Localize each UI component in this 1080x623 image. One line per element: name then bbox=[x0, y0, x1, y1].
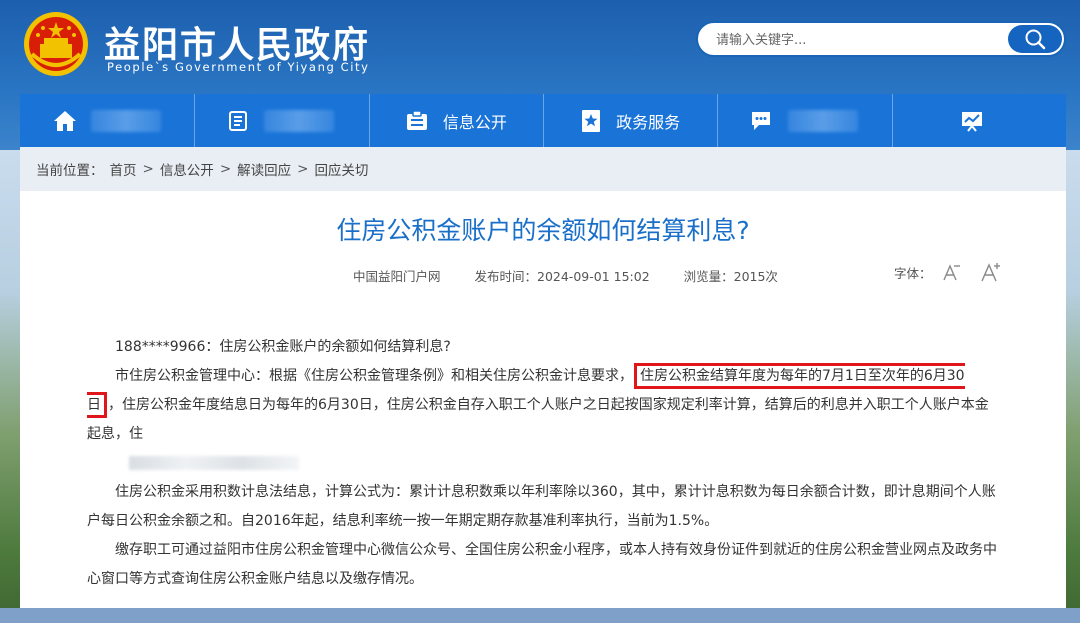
presentation-chart-icon bbox=[961, 111, 982, 132]
background-scenery-left bbox=[0, 150, 20, 623]
breadcrumb-item-home[interactable]: 首页 bbox=[110, 159, 137, 179]
document-list-icon bbox=[229, 110, 248, 131]
font-decrease-icon[interactable] bbox=[942, 263, 962, 281]
search-icon bbox=[1025, 29, 1046, 50]
nav-label: 政务服务 bbox=[616, 112, 681, 132]
home-icon bbox=[54, 110, 77, 131]
breadcrumb-prefix: 当前位置： bbox=[36, 163, 104, 179]
nav-item-6[interactable] bbox=[891, 94, 1066, 147]
article-body: 188****9966：住房公积金账户的余额如何结算利息? 市住房公积金管理中心… bbox=[87, 333, 999, 594]
article-title: 住房公积金账户的余额如何结算利息? bbox=[336, 216, 750, 245]
breadcrumb-separator: > bbox=[297, 161, 309, 177]
blurred-text bbox=[129, 456, 299, 470]
nav-item-government-services[interactable]: 政务服务 bbox=[542, 94, 717, 147]
nav-label-blurred bbox=[788, 109, 859, 132]
font-increase-icon[interactable] bbox=[980, 262, 1002, 282]
article-panel: 住房公积金账户的余额如何结算利息? 中国益阳门户网 发布时间：2024-09-0… bbox=[20, 191, 1066, 608]
nav-label: 信息公开 bbox=[442, 112, 507, 132]
breadcrumb-item-info[interactable]: 信息公开 bbox=[160, 159, 214, 179]
breadcrumb-item-concerns[interactable]: 回应关切 bbox=[314, 159, 368, 179]
article-paragraph: 市住房公积金管理中心：根据《住房公积金管理条例》和相关住房公积金计息要求， 住房公… bbox=[87, 362, 999, 478]
footer-strip bbox=[0, 608, 1080, 623]
article-source: 中国益阳门户网 bbox=[353, 269, 441, 284]
search-input[interactable] bbox=[716, 30, 996, 50]
font-size-label: 字体： bbox=[894, 265, 932, 281]
nav-label-blurred bbox=[264, 109, 335, 132]
nav-item-2[interactable] bbox=[194, 94, 368, 147]
nav-item-5[interactable] bbox=[717, 94, 891, 147]
article-meta: 中国益阳门户网 发布时间：2024-09-01 15:02 浏览量：2015次 bbox=[353, 266, 808, 285]
background-scenery-right bbox=[1066, 150, 1080, 623]
paragraph-text: ，住房公积金年度结息日为每年的6月30日，住房公积金自存入职工个人账户之日起按国… bbox=[87, 397, 989, 442]
search-button[interactable] bbox=[1008, 25, 1062, 53]
info-board-icon bbox=[406, 109, 427, 130]
national-emblem-logo[interactable] bbox=[22, 10, 90, 78]
search-box bbox=[696, 21, 1066, 57]
breadcrumb-separator: > bbox=[142, 161, 154, 177]
nav-item-info-disclosure[interactable]: 信息公开 bbox=[368, 94, 543, 147]
breadcrumb-item-interpretation[interactable]: 解读回应 bbox=[237, 159, 291, 179]
chat-bubble-icon bbox=[752, 111, 771, 130]
nav-label-blurred bbox=[91, 109, 162, 132]
breadcrumb-separator: > bbox=[219, 161, 232, 177]
article-paragraph: 缴存职工可通过益阳市住房公积金管理中心微信公众号、全国住房公积金小程序，或本人持… bbox=[87, 542, 997, 587]
nav-item-home[interactable] bbox=[20, 94, 194, 147]
paragraph-text: 市住房公积金管理中心：根据《住房公积金管理条例》和相关住房公积金计息要求， bbox=[115, 368, 633, 384]
breadcrumb: 当前位置： 首页 > 信息公开 > 解读回应 > 回应关切 bbox=[20, 147, 1066, 191]
article-paragraph: 188****9966：住房公积金账户的余额如何结算利息? bbox=[115, 339, 451, 355]
font-size-control: 字体： bbox=[894, 262, 1002, 282]
article-paragraph: 住房公积金采用积数计息法结息，计算公式为：累计计息积数乘以年利率除以360，其中… bbox=[87, 484, 996, 529]
article-views: 浏览量：2015次 bbox=[683, 269, 778, 284]
star-bookmark-icon bbox=[582, 109, 601, 132]
site-subtitle: People`s Government of Yiyang City bbox=[107, 60, 370, 74]
main-nav: 信息公开 政务服务 bbox=[20, 94, 1066, 147]
article-publish-time: 发布时间：2024-09-01 15:02 bbox=[474, 269, 650, 284]
